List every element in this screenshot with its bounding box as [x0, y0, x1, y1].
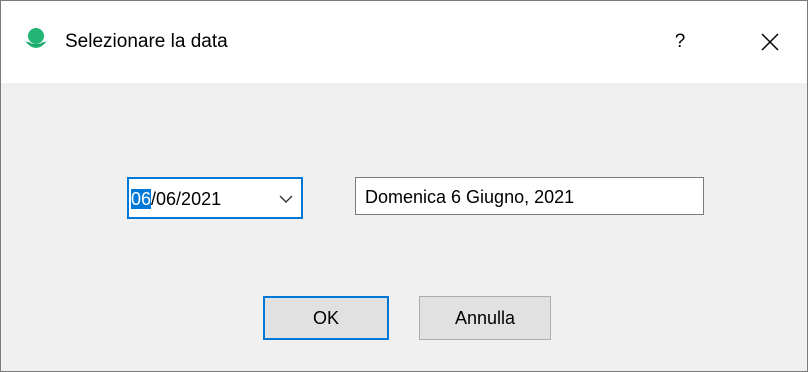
- ok-button[interactable]: OK: [263, 296, 389, 340]
- date-day-segment[interactable]: 06: [131, 189, 152, 209]
- ok-button-label: OK: [312, 308, 339, 328]
- close-button[interactable]: [743, 23, 797, 61]
- help-label: ?: [674, 31, 686, 52]
- date-dialog: Selezionare la data ? 06/06/2021 Domenic…: [0, 0, 808, 372]
- cancel-button-label: Annulla: [454, 308, 516, 328]
- chevron-down-icon[interactable]: [279, 194, 293, 204]
- title-bar[interactable]: Selezionare la data ?: [1, 1, 807, 83]
- date-picker-value[interactable]: 06/06/2021: [131, 188, 221, 210]
- help-button[interactable]: ?: [653, 23, 707, 61]
- long-date-value: Domenica 6 Giugno, 2021: [365, 187, 575, 207]
- app-logo-icon: [25, 28, 47, 48]
- date-rest-segment[interactable]: /06/2021: [151, 189, 221, 209]
- date-picker-combo[interactable]: 06/06/2021: [127, 177, 303, 219]
- window-title: Selezionare la data: [65, 31, 228, 52]
- long-date-field[interactable]: Domenica 6 Giugno, 2021: [355, 177, 704, 215]
- cancel-button[interactable]: Annulla: [419, 296, 551, 340]
- close-icon: [761, 33, 779, 51]
